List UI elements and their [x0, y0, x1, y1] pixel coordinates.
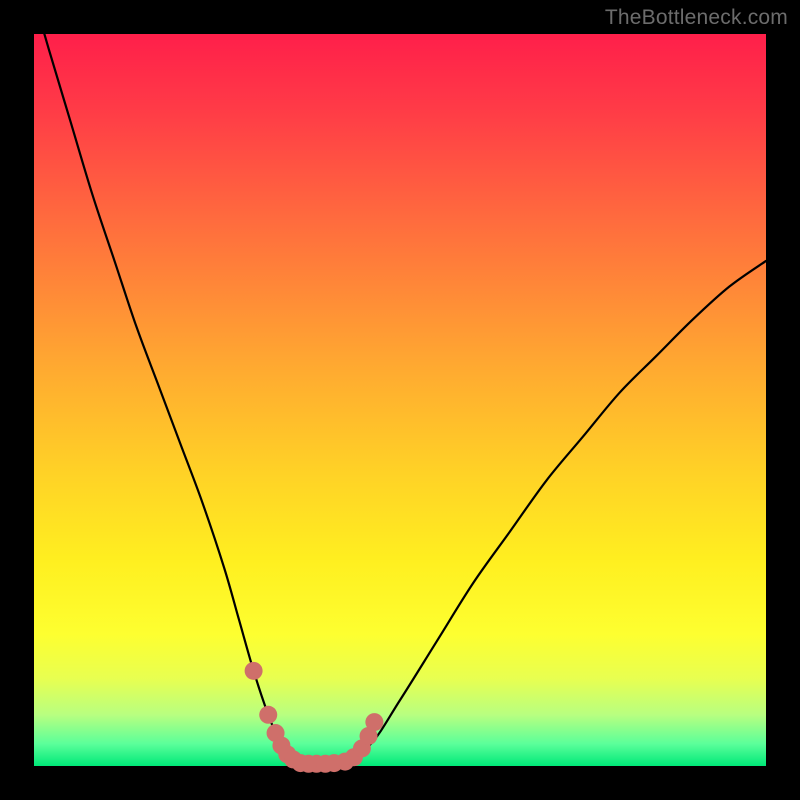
- optimal-range-markers: [245, 662, 384, 773]
- optimal-marker: [245, 662, 263, 680]
- optimal-marker: [259, 706, 277, 724]
- watermark-text: TheBottleneck.com: [605, 6, 788, 30]
- optimal-marker: [365, 713, 383, 731]
- chart-frame: TheBottleneck.com: [0, 0, 800, 800]
- curve-layer: [34, 34, 766, 766]
- bottleneck-curve: [34, 0, 766, 764]
- plot-area: [34, 34, 766, 766]
